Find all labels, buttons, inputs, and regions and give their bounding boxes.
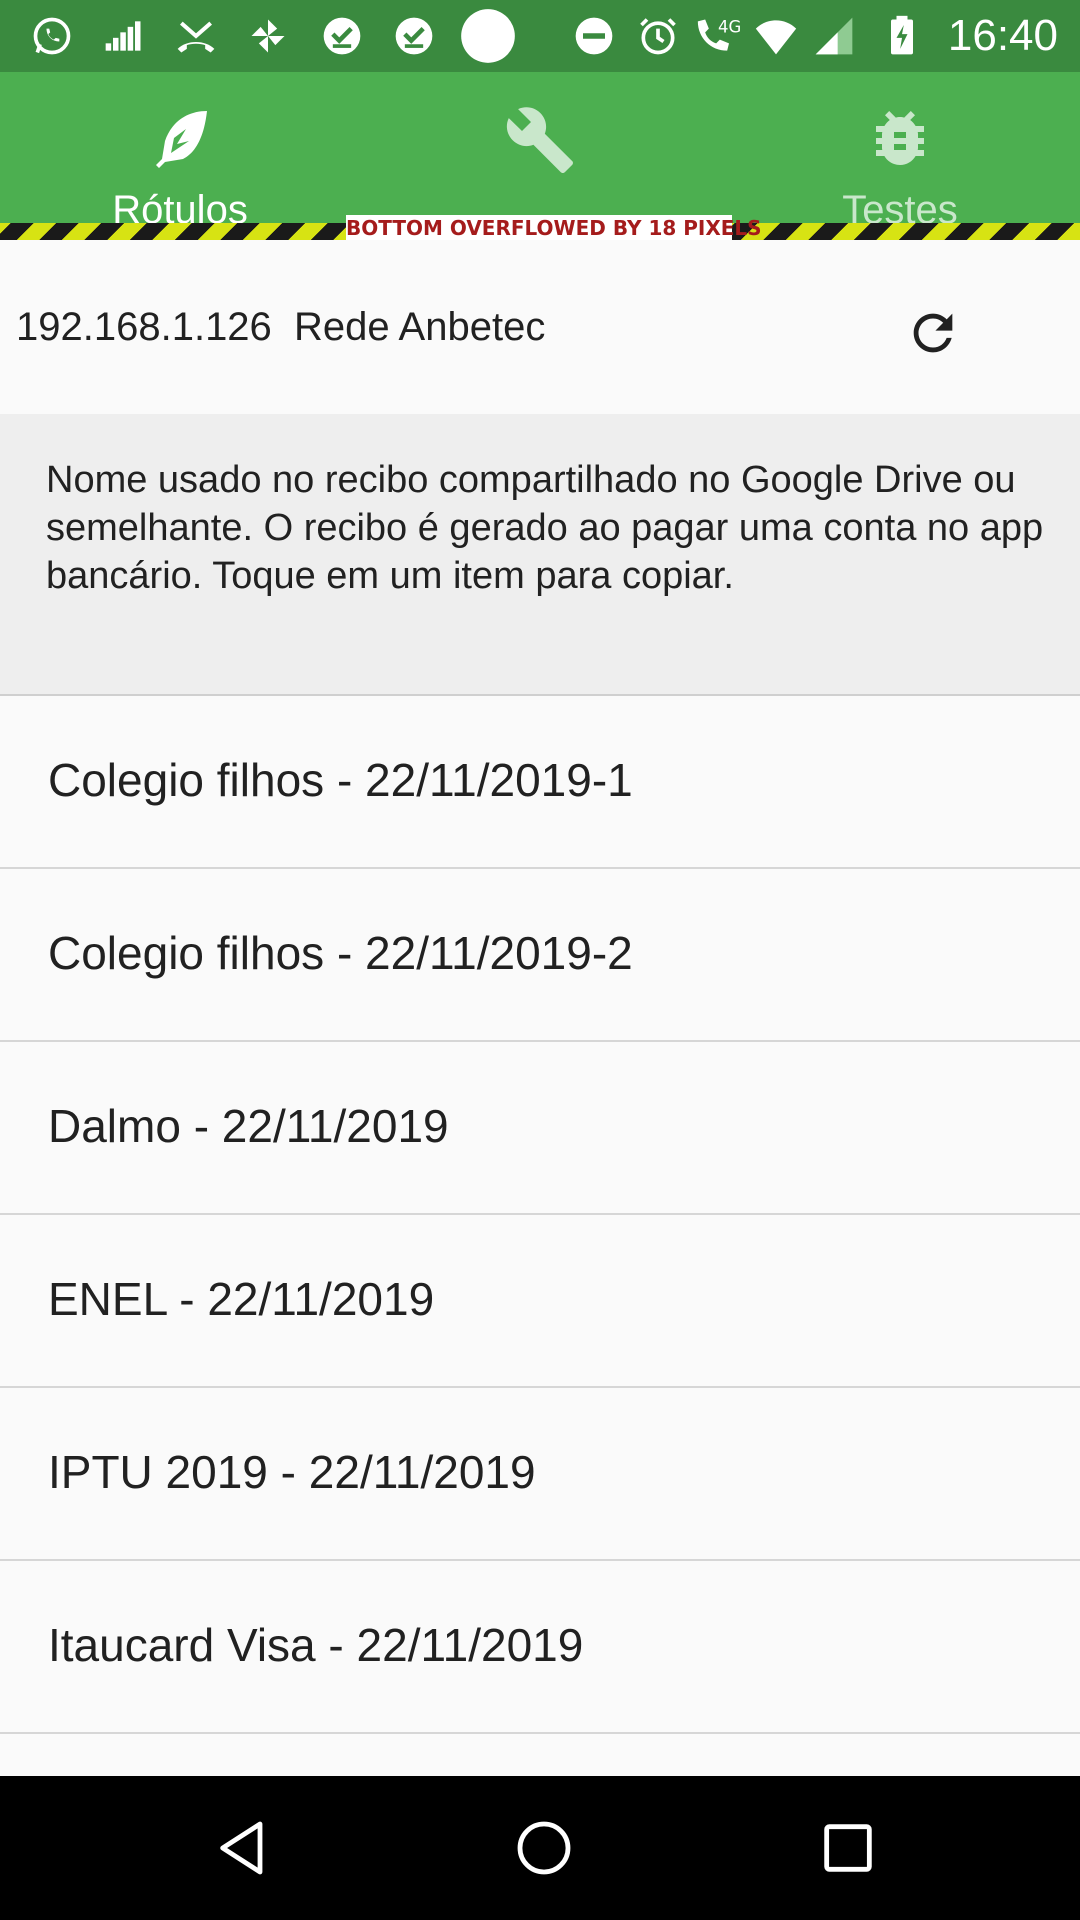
list-item-label: Dalmo - 22/11/2019 [48, 1100, 449, 1152]
back-icon [212, 1816, 276, 1880]
alarm-icon [634, 12, 682, 60]
do-not-disturb-icon [570, 12, 618, 60]
wrench-icon [502, 102, 578, 178]
signal-icon [810, 12, 858, 60]
tab-settings[interactable] [360, 72, 720, 223]
clock: 16:40 [947, 11, 1058, 60]
check-circle-icon [390, 12, 438, 60]
svg-text:4G: 4G [718, 17, 741, 36]
receipt-list: Colegio filhos - 22/11/2019-1 Colegio fi… [0, 696, 1080, 1776]
feather-icon [142, 102, 218, 174]
tab-bar: Rótulos Testes [0, 72, 1080, 223]
refresh-icon [904, 304, 962, 362]
check-circle-icon [318, 12, 366, 60]
info-box: Nome usado no recibo compartilhado no Go… [0, 414, 1080, 696]
list-item-label: Itaucard Visa - 22/11/2019 [48, 1619, 584, 1671]
info-text: Nome usado no recibo compartilhado no Go… [46, 459, 1044, 597]
wifi-icon [748, 12, 804, 60]
home-icon [512, 1816, 576, 1880]
refresh-button[interactable] [898, 298, 968, 368]
tab-label: Testes [842, 188, 958, 223]
equalizer-icon [100, 12, 148, 60]
volte-call-icon: 4G [690, 12, 746, 60]
recents-button[interactable] [798, 1798, 898, 1898]
missed-call-icon [172, 12, 220, 60]
overflow-warning-label: BOTTOM OVERFLOWED BY 18 PIXELS [346, 215, 762, 241]
back-button[interactable] [194, 1798, 294, 1898]
battery-charging-icon [878, 12, 926, 60]
circle-icon [460, 8, 516, 64]
list-item[interactable] [0, 1734, 1080, 1776]
list-item-label: Colegio filhos - 22/11/2019-1 [48, 754, 633, 806]
tab-rotulos[interactable]: Rótulos [0, 72, 360, 223]
list-item-label: ENEL - 22/11/2019 [48, 1273, 435, 1325]
list-item[interactable]: Dalmo - 22/11/2019 [0, 1042, 1080, 1215]
recents-icon [816, 1816, 880, 1880]
list-item[interactable]: Itaucard Visa - 22/11/2019 [0, 1561, 1080, 1734]
list-item-label: IPTU 2019 - 22/11/2019 [48, 1446, 536, 1498]
navigation-bar [0, 1776, 1080, 1920]
whatsapp-icon [28, 12, 76, 60]
network-info: 192.168.1.126 Rede Anbetec [16, 305, 546, 349]
list-item[interactable]: Colegio filhos - 22/11/2019-1 [0, 696, 1080, 869]
status-bar: 4G 16:40 [0, 0, 1080, 72]
list-item-label: Colegio filhos - 22/11/2019-2 [48, 927, 633, 979]
tab-label: Rótulos [112, 188, 248, 223]
bug-icon [862, 102, 938, 174]
tab-testes[interactable]: Testes [720, 72, 1080, 223]
pinwheel-icon [244, 12, 292, 60]
list-item[interactable]: Colegio filhos - 22/11/2019-2 [0, 869, 1080, 1042]
list-item[interactable]: ENEL - 22/11/2019 [0, 1215, 1080, 1388]
list-item[interactable]: IPTU 2019 - 22/11/2019 [0, 1388, 1080, 1561]
home-button[interactable] [494, 1798, 594, 1898]
